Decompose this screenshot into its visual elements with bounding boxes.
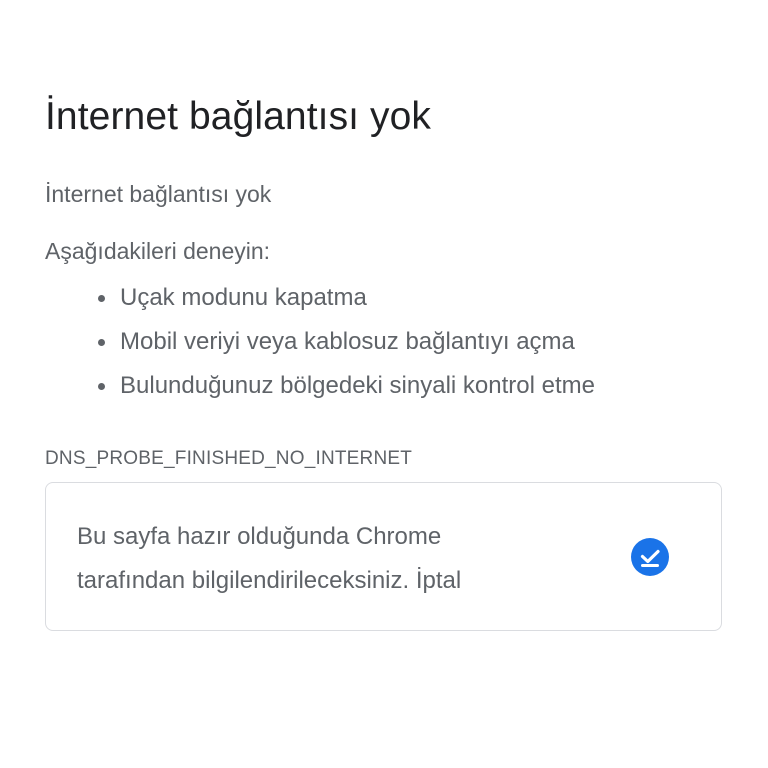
download-check-icon (631, 538, 669, 576)
suggestions-heading: Aşağıdakileri deneyin: (45, 238, 271, 264)
suggestions-list: Uçak modunu kapatma Mobil veriyi veya ka… (96, 276, 595, 408)
notify-message-line-2[interactable]: tarafından bilgilendirileceksiniz. İptal (77, 559, 597, 603)
error-code: DNS_PROBE_FINISHED_NO_INTERNET (45, 448, 413, 469)
notify-when-ready-card[interactable]: Bu sayfa hazır olduğunda Chrome tarafınd… (45, 482, 722, 631)
error-subtitle: İnternet bağlantısı yok (45, 181, 272, 207)
offline-error-page: İnternet bağlantısı yok İnternet bağlant… (0, 0, 768, 768)
suggestion-item-mobile-data: Mobil veriyi veya kablosuz bağlantıyı aç… (96, 320, 595, 364)
page-title: İnternet bağlantısı yok (45, 95, 432, 138)
notify-message-line-1: Bu sayfa hazır olduğunda Chrome (77, 523, 442, 550)
notify-message[interactable]: Bu sayfa hazır olduğunda Chrome tarafınd… (77, 515, 597, 603)
suggestion-item-airplane-mode: Uçak modunu kapatma (96, 276, 595, 320)
suggestion-item-check-signal: Bulunduğunuz bölgedeki sinyali kontrol e… (96, 364, 595, 408)
